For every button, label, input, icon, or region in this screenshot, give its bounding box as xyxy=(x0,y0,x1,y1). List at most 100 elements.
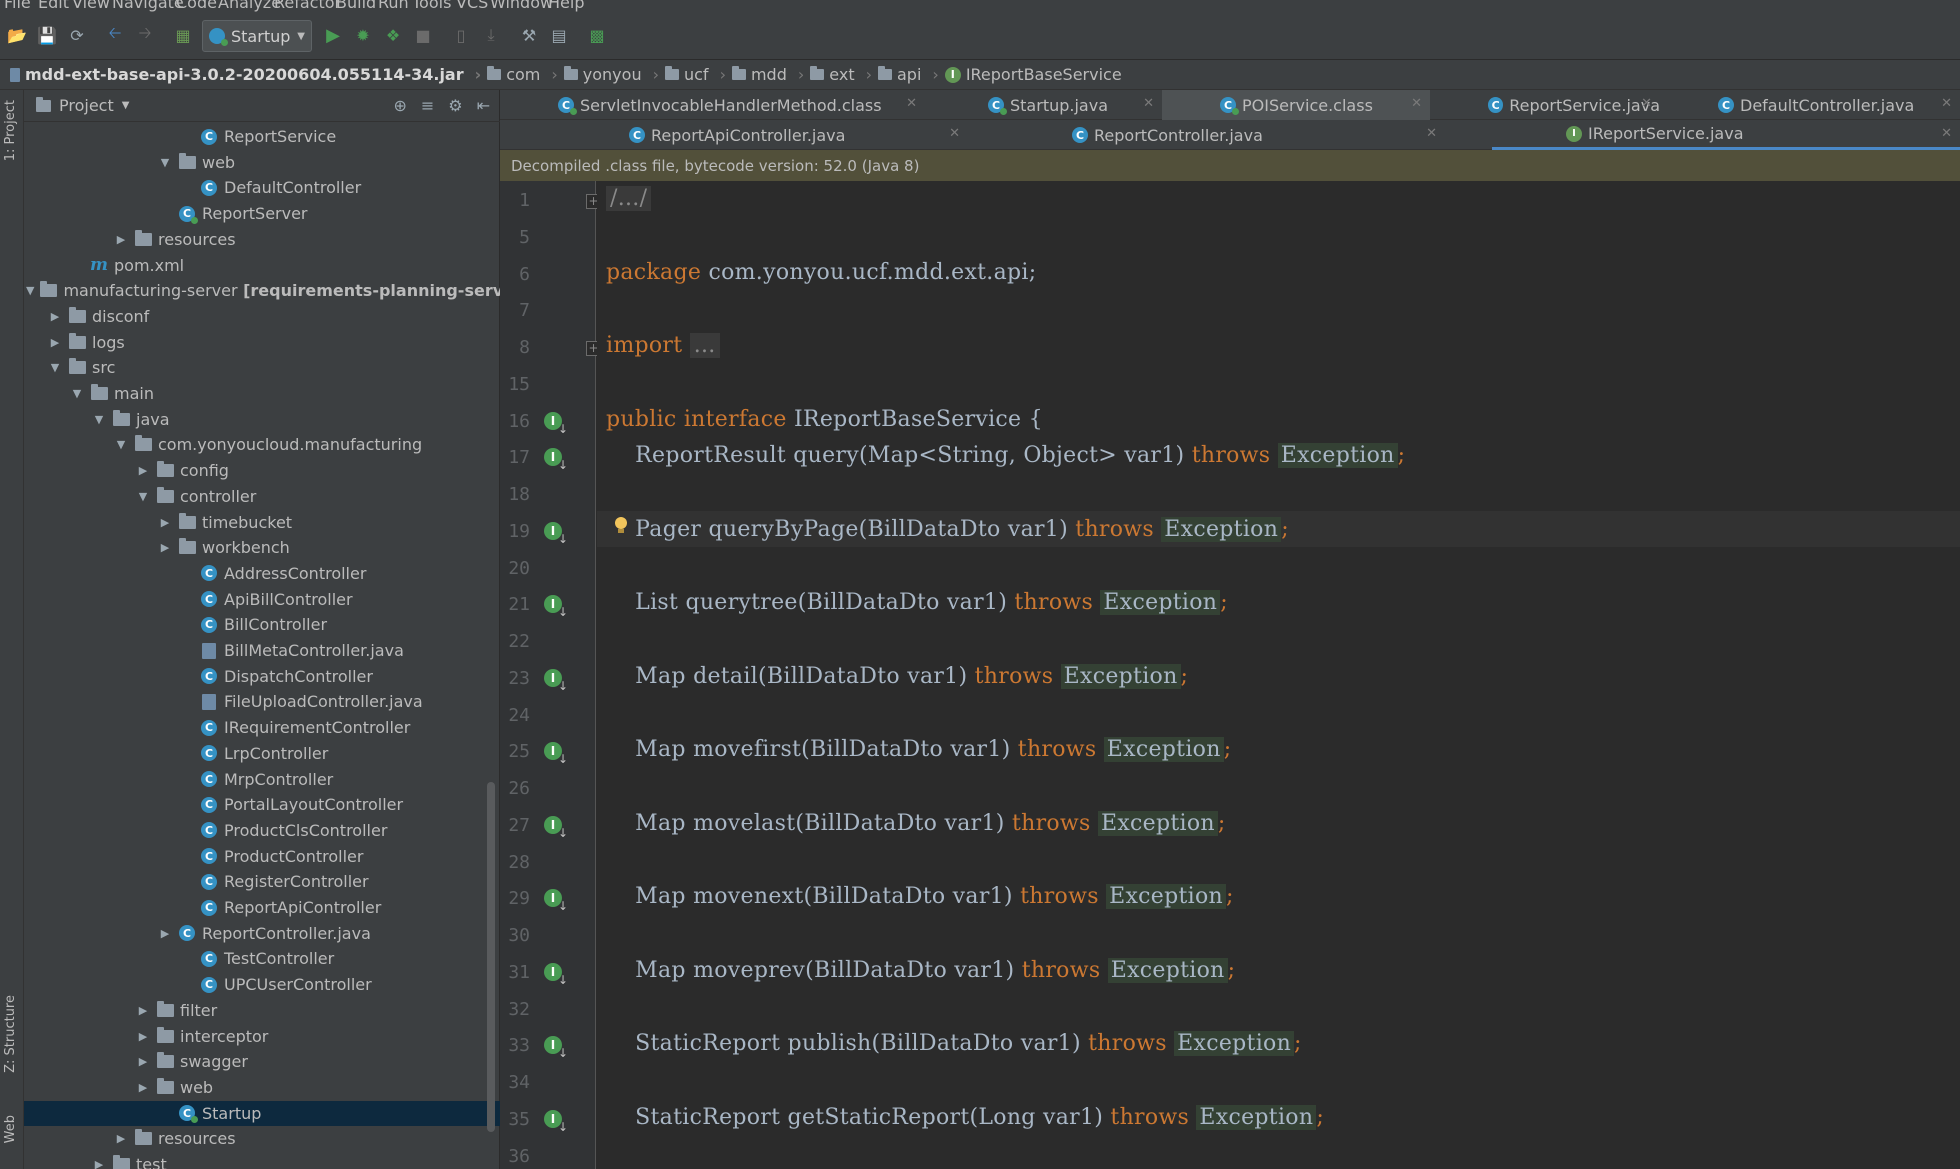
menu-tools[interactable]: Tools xyxy=(412,0,451,12)
tree-item-dispatchcontroller[interactable]: ▶CDispatchController xyxy=(24,664,500,689)
caret-right-icon[interactable]: ▶ xyxy=(114,233,128,246)
caret-right-icon[interactable]: ▶ xyxy=(136,1081,150,1094)
menu-build[interactable]: Build xyxy=(336,0,376,12)
collapse-all-icon[interactable]: ≡ xyxy=(421,96,434,115)
close-icon[interactable]: ✕ xyxy=(1641,96,1652,111)
caret-right-icon[interactable]: ▶ xyxy=(48,310,62,323)
tree-item-reportservice[interactable]: ▶CReportService xyxy=(24,124,500,149)
menu-window[interactable]: Window xyxy=(490,0,553,12)
tree-item-src[interactable]: ▼ src xyxy=(24,355,500,380)
hide-panel-icon[interactable]: ⇤ xyxy=(477,96,490,115)
project-panel-title[interactable]: Project xyxy=(59,96,114,115)
tree-item-productcontroller[interactable]: ▶CProductController xyxy=(24,844,500,869)
menu-file[interactable]: File xyxy=(4,0,31,12)
tree-item-java[interactable]: ▼ java xyxy=(24,407,500,432)
editor-tab-servletinvocablehandlermethod-class[interactable]: C ServletInvocableHandlerMethod.class ✕ xyxy=(500,90,925,120)
tree-scrollbar[interactable] xyxy=(487,782,495,1132)
menu-edit[interactable]: Edit xyxy=(38,0,69,12)
caret-right-icon[interactable]: ▶ xyxy=(92,1158,106,1169)
tree-item-web[interactable]: ▼ web xyxy=(24,150,500,175)
caret-down-icon[interactable]: ▼ xyxy=(48,361,62,374)
breadcrumb-item[interactable]: mdd-ext-base-api-3.0.2-20200604.055114-3… xyxy=(10,65,481,84)
menu-analyze[interactable]: Analyze xyxy=(218,0,281,12)
caret-down-icon[interactable]: ▼ xyxy=(114,438,128,451)
tree-item-swagger[interactable]: ▶ swagger xyxy=(24,1049,500,1074)
caret-right-icon[interactable]: ▶ xyxy=(136,464,150,477)
menu-view[interactable]: View xyxy=(72,0,110,12)
tree-item-fileuploadcontroller-java[interactable]: ▶FileUploadController.java xyxy=(24,689,500,714)
tree-item-mrpcontroller[interactable]: ▶CMrpController xyxy=(24,767,500,792)
caret-right-icon[interactable]: ▶ xyxy=(158,541,172,554)
editor-tab-ireportservice-java[interactable]: I IReportService.java ✕ xyxy=(1492,120,1960,150)
caret-right-icon[interactable]: ▶ xyxy=(48,336,62,349)
menu-code[interactable]: Code xyxy=(176,0,217,12)
close-icon[interactable]: ✕ xyxy=(906,96,917,111)
settings-icon[interactable]: ⚒ xyxy=(518,24,540,46)
locate-icon[interactable]: ⊕ xyxy=(393,96,406,115)
folded-imports[interactable]: ... xyxy=(689,333,720,358)
caret-right-icon[interactable]: ▶ xyxy=(136,1004,150,1017)
caret-down-icon[interactable]: ▼ xyxy=(136,490,150,503)
stop-icon[interactable]: ■ xyxy=(412,24,434,46)
breadcrumb-item[interactable]: api › xyxy=(878,65,939,84)
breadcrumb-item[interactable]: com › xyxy=(487,65,558,84)
tree-item-workbench[interactable]: ▶ workbench xyxy=(24,535,500,560)
caret-right-icon[interactable]: ▶ xyxy=(136,1055,150,1068)
close-icon[interactable]: ✕ xyxy=(1426,126,1437,141)
sync-icon[interactable]: ⟳ xyxy=(66,24,88,46)
caret-down-icon[interactable]: ▼ xyxy=(70,387,84,400)
tree-item-productclscontroller[interactable]: ▶CProductClsController xyxy=(24,818,500,843)
close-icon[interactable]: ✕ xyxy=(1411,96,1422,111)
debug-icon[interactable]: ✹ xyxy=(352,24,374,46)
tree-item-defaultcontroller[interactable]: ▶CDefaultController xyxy=(24,175,500,200)
tree-item-main[interactable]: ▼ main xyxy=(24,381,500,406)
back-arrow-icon[interactable]: 🡠 xyxy=(104,23,126,46)
editor-tab-poiservice-class[interactable]: C POIService.class ✕ xyxy=(1162,90,1430,120)
save-icon[interactable]: 💾 xyxy=(36,24,58,46)
close-icon[interactable]: ✕ xyxy=(1941,96,1952,111)
attach-icon[interactable]: ▯ xyxy=(450,24,472,46)
caret-down-icon[interactable]: ▼ xyxy=(158,156,172,169)
menu-help[interactable]: Help xyxy=(548,0,584,12)
menu-navigate[interactable]: Navigate xyxy=(112,0,184,12)
tree-item-manufacturing-server[interactable]: ▼ manufacturing-server [requirements-plan… xyxy=(24,278,500,303)
tree-item-reportcontroller-java[interactable]: ▶ C ReportController.java xyxy=(24,921,500,946)
tree-item-startup[interactable]: ▶CStartup xyxy=(24,1100,500,1126)
tree-item-reportserver[interactable]: ▶CReportServer xyxy=(24,201,500,226)
menu-refactor[interactable]: Refactor xyxy=(274,0,341,12)
tree-item-interceptor[interactable]: ▶ interceptor xyxy=(24,1024,500,1049)
tree-item-portallayoutcontroller[interactable]: ▶CPortalLayoutController xyxy=(24,792,500,817)
tree-item-apibillcontroller[interactable]: ▶CApiBillController xyxy=(24,587,500,612)
tree-item-filter[interactable]: ▶ filter xyxy=(24,998,500,1023)
project-structure-icon[interactable]: ▤ xyxy=(548,24,570,46)
editor-tab-startup-java[interactable]: C Startup.java ✕ xyxy=(930,90,1162,120)
coverage-icon[interactable]: ❖ xyxy=(382,24,404,46)
build-icon[interactable]: ▦ xyxy=(172,24,194,46)
web-tool-tab[interactable]: Web xyxy=(3,1115,18,1143)
tree-item-lrpcontroller[interactable]: ▶CLrpController xyxy=(24,741,500,766)
forward-arrow-icon[interactable]: 🡢 xyxy=(134,23,156,46)
caret-right-icon[interactable]: ▶ xyxy=(158,927,172,940)
update-icon[interactable]: ⤓ xyxy=(480,24,502,46)
editor-tab-reportapicontroller-java[interactable]: C ReportApiController.java ✕ xyxy=(555,120,968,150)
code-editor[interactable]: /.../ package com.yonyou.ucf.mdd.ext.api;… xyxy=(597,181,1960,1169)
run-icon[interactable]: ▶ xyxy=(322,24,344,46)
tree-item-addresscontroller[interactable]: ▶CAddressController xyxy=(24,561,500,586)
breadcrumb-item[interactable]: I IReportBaseService xyxy=(944,65,1122,84)
caret-down-icon[interactable]: ▼ xyxy=(26,284,34,297)
breadcrumb-item[interactable]: ext › xyxy=(810,65,872,84)
breadcrumb-item[interactable]: yonyou › xyxy=(563,65,659,84)
tree-item-pom-xml[interactable]: ▶mpom.xml xyxy=(24,253,500,278)
open-folder-icon[interactable]: 📂 xyxy=(6,24,28,46)
tree-item-config[interactable]: ▶ config xyxy=(24,458,500,483)
caret-right-icon[interactable]: ▶ xyxy=(114,1132,128,1145)
run-configuration-select[interactable]: Startup ▼ xyxy=(202,20,312,52)
tree-item-irequirementcontroller[interactable]: ▶CIRequirementController xyxy=(24,715,500,740)
caret-right-icon[interactable]: ▶ xyxy=(136,1030,150,1043)
tree-item-resources[interactable]: ▶ resources xyxy=(24,227,500,252)
breadcrumb-item[interactable]: ucf › xyxy=(664,65,726,84)
structure-tool-tab[interactable]: Z: Structure xyxy=(3,995,18,1073)
breadcrumb-item[interactable]: mdd › xyxy=(731,65,804,84)
editor-tab-defaultcontroller-java[interactable]: C DefaultController.java ✕ xyxy=(1660,90,1960,120)
tree-item-testcontroller[interactable]: ▶CTestController xyxy=(24,946,500,971)
